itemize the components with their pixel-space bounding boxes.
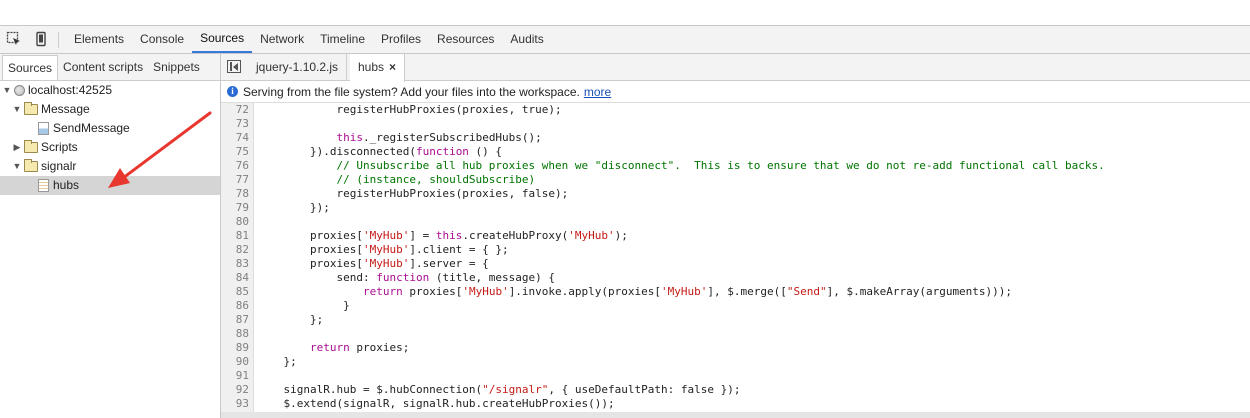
line-number[interactable]: 80 <box>221 215 249 229</box>
code-text: this._registerSubscribedHubs(); <box>336 131 542 144</box>
file-tab-hubs[interactable]: hubs × <box>350 54 406 82</box>
tab-network[interactable]: Network <box>252 26 312 53</box>
line-number[interactable]: 90 <box>221 355 249 369</box>
tree-item-scripts-folder[interactable]: ▶ Scripts <box>12 138 78 157</box>
expand-triangle-icon[interactable]: ▼ <box>12 157 22 176</box>
line-number[interactable]: 73 <box>221 117 249 131</box>
devtools-tabs: Elements Console Sources Network Timelin… <box>66 26 552 53</box>
line-number[interactable]: 93 <box>221 397 249 411</box>
file-tab-label: jquery-1.10.2.js <box>256 60 339 74</box>
line-number[interactable]: 92 <box>221 383 249 397</box>
code-text: }; <box>257 313 324 326</box>
line-number[interactable]: 77 <box>221 173 249 187</box>
code-text: $.extend(signalR, signalR.hub.createHubP… <box>257 397 615 410</box>
code-text: registerHubProxies(proxies, false); <box>257 187 569 200</box>
line-number[interactable]: 84 <box>221 271 249 285</box>
workspace-info-bar: i Serving from the file system? Add your… <box>221 81 1250 103</box>
line-number[interactable]: 85 <box>221 285 249 299</box>
tab-profiles[interactable]: Profiles <box>373 26 429 53</box>
toggle-navigator-icon[interactable] <box>227 60 241 73</box>
code-text: }).disconnected(function () { <box>257 145 503 158</box>
collapse-triangle-icon[interactable]: ▶ <box>12 138 22 157</box>
sources-navigator: Sources Content scripts Snippets ▼ local… <box>0 54 221 418</box>
selected-row-highlight <box>0 176 220 195</box>
navigator-tab-snippets[interactable]: Snippets <box>148 54 205 80</box>
horizontal-scrollbar[interactable] <box>221 412 1250 418</box>
folder-icon <box>24 159 38 172</box>
info-icon: i <box>227 86 238 97</box>
editor-pane: jquery-1.10.2.js hubs × i Serving from th… <box>221 54 1250 418</box>
line-number[interactable]: 74 <box>221 131 249 145</box>
file-document-icon <box>38 179 49 192</box>
tab-elements[interactable]: Elements <box>66 26 132 53</box>
line-number[interactable]: 91 <box>221 369 249 383</box>
expand-triangle-icon[interactable]: ▼ <box>12 100 22 119</box>
tree-item-label: Message <box>41 102 90 116</box>
code-text: registerHubProxies(proxies, true); <box>257 103 562 116</box>
tree-item-label: Scripts <box>41 140 78 154</box>
navigator-tabs: Sources Content scripts Snippets <box>0 54 220 81</box>
globe-icon <box>14 85 25 96</box>
tree-item-sendmessage[interactable]: SendMessage <box>36 119 130 138</box>
code-text: proxies['MyHub'] = this.createHubProxy('… <box>257 229 628 242</box>
editor-file-tabs: jquery-1.10.2.js hubs × <box>221 54 1250 82</box>
code-editor[interactable]: 72 registerHubProxies(proxies, true); 73 7… <box>221 103 1250 418</box>
line-number[interactable]: 79 <box>221 201 249 215</box>
code-text: return proxies; <box>309 341 410 354</box>
tab-audits[interactable]: Audits <box>502 26 551 53</box>
line-number[interactable]: 83 <box>221 257 249 271</box>
code-text: signalR.hub = $.hubConnection("/signalr"… <box>257 383 741 396</box>
folder-icon <box>24 140 38 153</box>
code-text: send: function (title, message) { <box>257 271 556 284</box>
line-number[interactable]: 87 <box>221 313 249 327</box>
info-text: Serving from the file system? Add your f… <box>243 84 580 99</box>
tree-item-message-folder[interactable]: ▼ Message <box>12 100 90 119</box>
code-text: return proxies['MyHub'].invoke.apply(pro… <box>362 285 1013 298</box>
line-number[interactable]: 88 <box>221 327 249 341</box>
devtools-toolbar: Elements Console Sources Network Timelin… <box>0 25 1250 54</box>
tree-item-signalr-folder[interactable]: ▼ signalr <box>12 157 76 176</box>
code-text: }); <box>257 201 330 214</box>
line-number[interactable]: 78 <box>221 187 249 201</box>
line-number[interactable]: 76 <box>221 159 249 173</box>
code-text: proxies['MyHub'].server = { <box>257 257 489 270</box>
folder-icon <box>24 102 38 115</box>
tab-resources[interactable]: Resources <box>429 26 502 53</box>
code-text: // Unsubscribe all hub proxies when we "… <box>336 159 1105 172</box>
file-tab-label: hubs <box>358 60 385 74</box>
code-text: }; <box>257 355 297 368</box>
tree-item-localhost[interactable]: ▼ localhost:42525 <box>2 81 113 100</box>
inspect-element-icon[interactable] <box>6 31 22 47</box>
code-text: proxies['MyHub'].client = { }; <box>257 243 509 256</box>
line-number[interactable]: 89 <box>221 341 249 355</box>
navigator-tab-content-scripts[interactable]: Content scripts <box>58 54 148 80</box>
toolbar-separator <box>58 32 59 48</box>
expand-triangle-icon[interactable]: ▼ <box>2 81 12 100</box>
line-number[interactable]: 75 <box>221 145 249 159</box>
code-text: } <box>257 299 350 312</box>
line-number[interactable]: 72 <box>221 103 249 117</box>
line-number[interactable]: 86 <box>221 299 249 313</box>
tab-sources[interactable]: Sources <box>192 26 253 53</box>
line-number[interactable]: 82 <box>221 243 249 257</box>
device-mode-icon[interactable] <box>33 31 49 47</box>
tree-item-label: SendMessage <box>53 121 130 135</box>
line-number[interactable]: 81 <box>221 229 249 243</box>
tab-timeline[interactable]: Timeline <box>312 26 373 53</box>
tree-item-label: hubs <box>53 178 80 192</box>
tree-item-label: signalr <box>41 159 77 173</box>
tree-item-label: localhost:42525 <box>28 83 113 97</box>
tab-console[interactable]: Console <box>132 26 192 53</box>
code-text: // (instance, shouldSubscribe) <box>336 173 536 186</box>
tree-item-hubs[interactable]: hubs <box>36 176 79 195</box>
file-tab-jquery[interactable]: jquery-1.10.2.js <box>248 54 348 81</box>
navigator-tab-sources[interactable]: Sources <box>2 55 59 80</box>
close-icon[interactable]: × <box>389 60 396 74</box>
file-image-icon <box>38 122 49 135</box>
more-link[interactable]: more <box>584 81 611 103</box>
top-blank-area <box>0 0 1250 25</box>
